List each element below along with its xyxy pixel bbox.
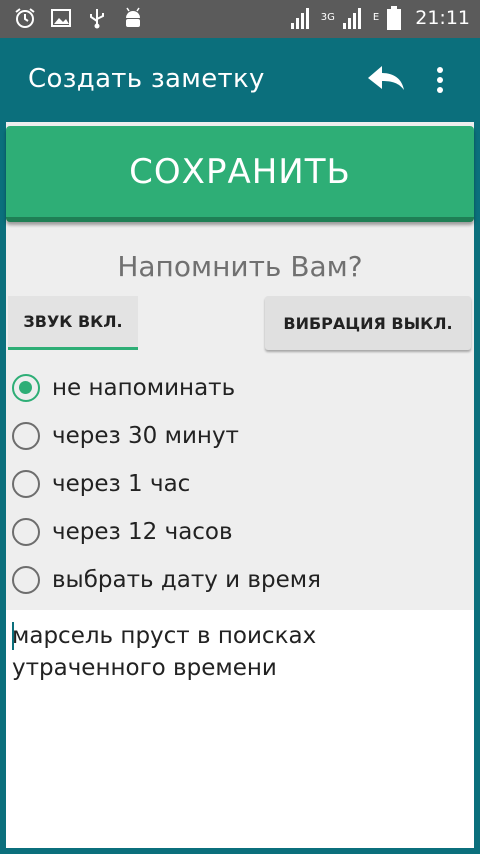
alarm-icon <box>15 8 35 28</box>
image-icon <box>51 9 71 27</box>
undo-icon <box>368 66 404 90</box>
radio-label: выбрать дату и время <box>52 567 321 593</box>
radio-button[interactable] <box>12 422 40 450</box>
status-bar: 3G E 21:11 <box>0 0 480 38</box>
page-title: Создать заметку <box>28 64 265 94</box>
reminder-option-1hour[interactable]: через 1 час <box>12 460 462 508</box>
sound-toggle-button[interactable]: ЗВУК ВКЛ. <box>8 296 138 350</box>
reminder-option-12hours[interactable]: через 12 часов <box>12 508 462 556</box>
network-type: 3G <box>320 12 335 23</box>
radio-button-checked[interactable] <box>12 374 40 402</box>
radio-label: через 30 минут <box>52 423 239 449</box>
more-vert-icon <box>437 67 443 93</box>
undo-button[interactable] <box>364 60 408 100</box>
signal-icon <box>290 7 313 29</box>
signal-icon-2 <box>342 7 365 29</box>
reminder-option-30min[interactable]: через 30 минут <box>12 412 462 460</box>
radio-label: не напоминать <box>52 375 236 401</box>
remind-question: Напомнить Вам? <box>117 250 363 283</box>
text-cursor <box>12 622 14 650</box>
radio-button[interactable] <box>12 518 40 546</box>
reminder-option-custom[interactable]: выбрать дату и время <box>12 556 462 604</box>
status-bar-right-icons: 3G E 21:11 <box>290 6 470 30</box>
radio-label: через 1 час <box>52 471 191 497</box>
radio-label: через 12 часов <box>52 519 233 545</box>
more-options-button[interactable] <box>428 60 452 100</box>
radio-button[interactable] <box>12 566 40 594</box>
clock: 21:11 <box>415 7 470 29</box>
reminder-options: не напоминать через 30 минут через 1 час… <box>12 364 462 604</box>
save-button[interactable]: СОХРАНИТЬ <box>6 126 474 222</box>
radio-button[interactable] <box>12 470 40 498</box>
status-bar-left-icons <box>14 7 144 29</box>
android-icon <box>126 7 140 27</box>
note-editor: СОХРАНИТЬ Напомнить Вам? ЗВУК ВКЛ. ВИБРА… <box>6 122 474 848</box>
app-toolbar: Создать заметку <box>0 38 480 122</box>
battery-icon <box>387 6 402 30</box>
vibration-toggle-button[interactable]: ВИБРАЦИЯ ВЫКЛ. <box>265 296 471 350</box>
network-type-2: E <box>372 12 380 23</box>
note-text: марсель пруст в поисках утраченного врем… <box>12 623 317 681</box>
reminder-option-none[interactable]: не напоминать <box>12 364 462 412</box>
usb-icon <box>90 9 104 29</box>
note-text-input[interactable]: марсель пруст в поисках утраченного врем… <box>6 610 474 848</box>
